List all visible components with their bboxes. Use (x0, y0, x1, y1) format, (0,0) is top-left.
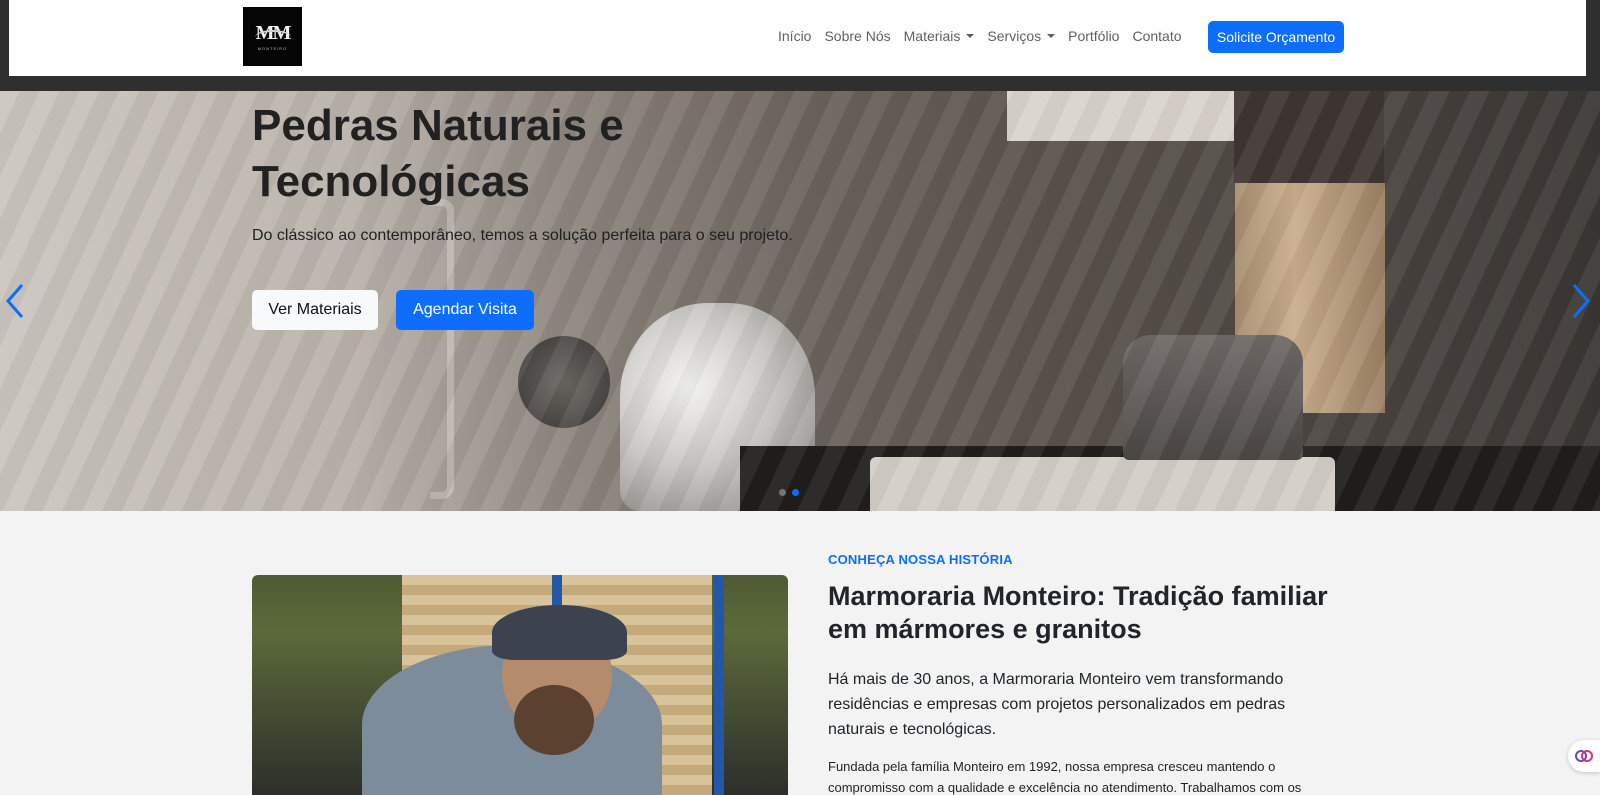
nav-link-label: Sobre Nós (824, 28, 891, 44)
brand-logo[interactable]: MM MONTEIRO (243, 7, 302, 66)
floating-widget-button[interactable] (1568, 740, 1600, 772)
brain-icon (1575, 750, 1593, 762)
hero-subtitle: Do clássico ao contemporâneo, temos a so… (252, 227, 793, 244)
hero-title: Pedras Naturais e Tecnológicas (252, 101, 624, 206)
caret-down-icon (1047, 34, 1056, 38)
view-materials-button[interactable]: Ver Materiais (252, 290, 378, 330)
main-nav: Início Sobre Nós Materiais Serviços Port… (778, 0, 1195, 72)
nav-link-label: Portfólio (1068, 28, 1120, 44)
logo-arc-icon (254, 29, 291, 44)
photo-cap (492, 605, 627, 660)
nav-link-label: Início (778, 28, 812, 44)
nav-link-portfolio[interactable]: Portfólio (1068, 28, 1119, 44)
nav-link-sobre[interactable]: Sobre Nós (824, 28, 890, 44)
nav-link-label: Contato (1132, 28, 1182, 44)
caret-down-icon (966, 34, 975, 38)
nav-link-label: Serviços (987, 28, 1042, 44)
nav-dropdown-materiais[interactable]: Materiais (904, 28, 975, 44)
schedule-visit-button[interactable]: Agendar Visita (396, 290, 534, 330)
nav-dropdown-servicos[interactable]: Serviços (987, 28, 1056, 44)
logo-subtext: MONTEIRO (257, 45, 288, 51)
carousel-indicators (779, 489, 799, 496)
photo-rack (714, 575, 724, 795)
nav-link-inicio[interactable]: Início (778, 28, 811, 44)
about-body: Fundada pela família Monteiro em 1992, n… (828, 759, 1302, 795)
photo-beard (514, 685, 594, 755)
nav-link-label: Materiais (903, 28, 961, 44)
carousel-prev-icon[interactable] (0, 281, 32, 321)
carousel-next-icon[interactable] (1564, 281, 1596, 321)
carousel-indicator-active[interactable] (792, 489, 799, 496)
hero-bg-shadow (0, 91, 1600, 511)
request-quote-button[interactable]: Solicite Orçamento (1208, 21, 1344, 53)
nav-link-contato[interactable]: Contato (1132, 28, 1181, 44)
about-title: Marmoraria Monteiro: Tradição familiar e… (828, 581, 1328, 644)
about-eyebrow: CONHEÇA NOSSA HISTÓRIA (828, 552, 1013, 567)
about-photo (252, 575, 788, 795)
carousel-indicator[interactable] (779, 489, 786, 496)
about-lead: Há mais de 30 anos, a Marmoraria Monteir… (828, 671, 1286, 738)
hero-carousel (0, 91, 1600, 511)
